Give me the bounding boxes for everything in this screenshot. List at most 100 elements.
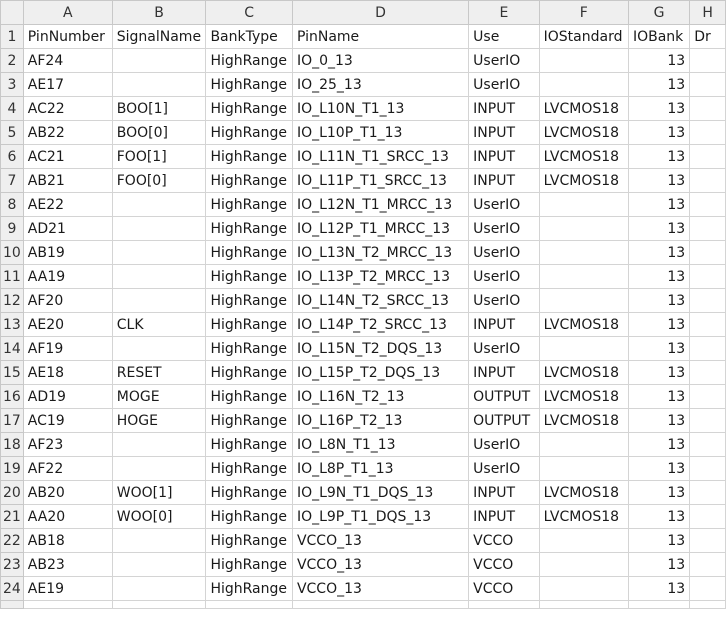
cell[interactable]: AC22 — [22, 96, 113, 121]
cell[interactable]: HighRange — [205, 528, 293, 553]
cell[interactable]: 13 — [627, 360, 691, 385]
cell[interactable]: OUTPUT — [468, 384, 540, 409]
cell[interactable]: IO_L11N_T1_SRCC_13 — [291, 144, 470, 169]
cell[interactable]: CLK — [111, 312, 207, 337]
cell[interactable]: PinNumber — [22, 24, 113, 49]
cell[interactable]: LVCMOS18 — [538, 144, 629, 169]
cell[interactable]: INPUT — [468, 504, 540, 529]
cell[interactable]: LVCMOS18 — [538, 360, 629, 385]
cell[interactable]: AF22 — [22, 456, 113, 481]
cell[interactable]: AD19 — [22, 384, 113, 409]
cell[interactable]: HighRange — [205, 288, 293, 313]
cell[interactable] — [689, 96, 726, 121]
cell[interactable]: IO_0_13 — [291, 48, 470, 73]
cell[interactable]: INPUT — [468, 120, 540, 145]
cell[interactable]: 13 — [627, 120, 691, 145]
cell[interactable]: HighRange — [205, 336, 293, 361]
cell[interactable]: VCCO — [468, 552, 540, 577]
cell[interactable] — [627, 600, 691, 609]
cell[interactable]: LVCMOS18 — [538, 168, 629, 193]
cell[interactable]: AB19 — [22, 240, 113, 265]
column-header-h[interactable]: H — [689, 0, 726, 25]
cell[interactable] — [111, 72, 207, 97]
row-header[interactable]: 13 — [0, 312, 24, 337]
cell[interactable]: HighRange — [205, 96, 293, 121]
cell[interactable]: RESET — [111, 360, 207, 385]
cell[interactable] — [538, 552, 629, 577]
cell[interactable]: HighRange — [205, 240, 293, 265]
cell[interactable]: HighRange — [205, 168, 293, 193]
cell[interactable]: LVCMOS18 — [538, 96, 629, 121]
row-header[interactable]: 21 — [0, 504, 24, 529]
row-header[interactable]: 5 — [0, 120, 24, 145]
cell[interactable]: IO_25_13 — [291, 72, 470, 97]
cell[interactable] — [689, 576, 726, 601]
column-header-e[interactable]: E — [468, 0, 540, 25]
cell[interactable] — [689, 192, 726, 217]
cell[interactable]: BOO[1] — [111, 96, 207, 121]
cell[interactable]: 13 — [627, 336, 691, 361]
cell[interactable]: IO_L10N_T1_13 — [291, 96, 470, 121]
cell[interactable] — [538, 576, 629, 601]
cell[interactable]: 13 — [627, 384, 691, 409]
column-header-c[interactable]: C — [205, 0, 293, 25]
cell[interactable] — [689, 336, 726, 361]
cell[interactable] — [538, 264, 629, 289]
cell[interactable]: IO_L16P_T2_13 — [291, 408, 470, 433]
cell[interactable] — [111, 432, 207, 457]
cell[interactable]: FOO[0] — [111, 168, 207, 193]
cell[interactable]: IO_L12N_T1_MRCC_13 — [291, 192, 470, 217]
cell[interactable]: 13 — [627, 504, 691, 529]
cell[interactable]: AF20 — [22, 288, 113, 313]
cell[interactable]: HighRange — [205, 552, 293, 577]
cell[interactable]: FOO[1] — [111, 144, 207, 169]
cell[interactable]: AB22 — [22, 120, 113, 145]
cell[interactable]: AE19 — [22, 576, 113, 601]
cell[interactable]: VCCO_13 — [291, 528, 470, 553]
cell[interactable]: UserIO — [468, 192, 540, 217]
cell[interactable]: VCCO — [468, 576, 540, 601]
cell[interactable]: VCCO — [468, 528, 540, 553]
cell[interactable] — [689, 600, 726, 609]
cell[interactable] — [538, 48, 629, 73]
cell[interactable]: HighRange — [205, 120, 293, 145]
cell[interactable]: UserIO — [468, 48, 540, 73]
row-header[interactable]: 2 — [0, 48, 24, 73]
cell[interactable] — [111, 240, 207, 265]
cell[interactable]: HighRange — [205, 192, 293, 217]
cell[interactable] — [689, 408, 726, 433]
row-header[interactable]: 8 — [0, 192, 24, 217]
cell[interactable] — [689, 264, 726, 289]
cell[interactable]: HighRange — [205, 360, 293, 385]
cell[interactable] — [111, 600, 207, 609]
cell[interactable]: SignalName — [111, 24, 207, 49]
cell[interactable]: 13 — [627, 144, 691, 169]
cell[interactable] — [689, 288, 726, 313]
cell[interactable] — [689, 240, 726, 265]
cell[interactable]: 13 — [627, 240, 691, 265]
cell[interactable]: LVCMOS18 — [538, 480, 629, 505]
cell[interactable]: INPUT — [468, 144, 540, 169]
cell[interactable]: BOO[0] — [111, 120, 207, 145]
column-header-a[interactable]: A — [22, 0, 113, 25]
cell[interactable]: 13 — [627, 288, 691, 313]
cell[interactable] — [538, 528, 629, 553]
cell[interactable] — [689, 552, 726, 577]
cell[interactable] — [689, 360, 726, 385]
cell[interactable]: 13 — [627, 264, 691, 289]
cell[interactable]: 13 — [627, 480, 691, 505]
cell[interactable]: IO_L14P_T2_SRCC_13 — [291, 312, 470, 337]
row-header[interactable]: 7 — [0, 168, 24, 193]
cell[interactable] — [111, 552, 207, 577]
cell[interactable]: WOO[1] — [111, 480, 207, 505]
cell[interactable] — [111, 216, 207, 241]
cell[interactable]: Dr — [689, 24, 726, 49]
cell[interactable] — [538, 288, 629, 313]
cell[interactable]: LVCMOS18 — [538, 384, 629, 409]
cell[interactable]: 13 — [627, 552, 691, 577]
cell[interactable]: UserIO — [468, 288, 540, 313]
row-header[interactable]: 24 — [0, 576, 24, 601]
cell[interactable] — [22, 600, 113, 609]
cell[interactable]: OUTPUT — [468, 408, 540, 433]
cell[interactable] — [689, 432, 726, 457]
